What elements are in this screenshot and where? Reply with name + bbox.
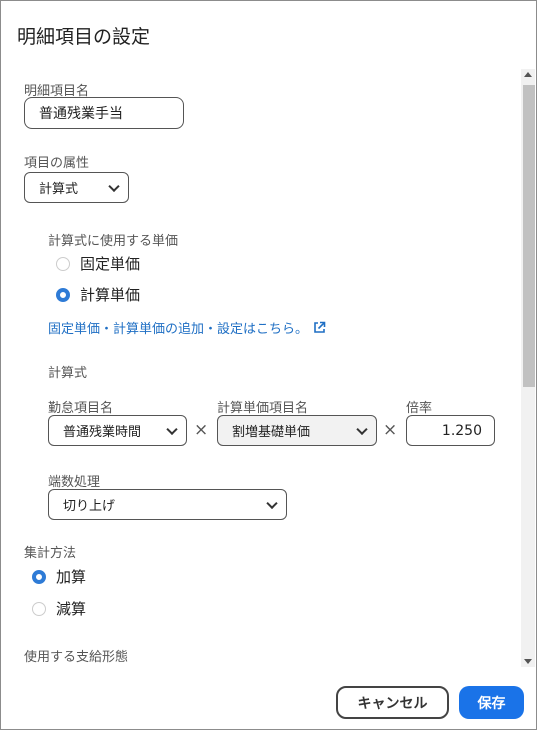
item-name-input[interactable]: 普通残業手当 — [24, 97, 184, 129]
settings-dialog: 明細項目の設定 明細項目名 普通残業手当 項目の属性 計算式 計算式に使用する単… — [0, 0, 537, 730]
aggregation-label: 集計方法 — [24, 546, 77, 561]
radio-add[interactable]: 加算 — [32, 566, 86, 587]
formula-label: 計算式 — [48, 366, 88, 381]
external-link-icon — [314, 321, 326, 333]
chevron-down-icon — [266, 497, 278, 509]
multiply-sign: × — [194, 420, 209, 440]
attendance-select-value: 普通残業時間 — [63, 425, 142, 440]
cancel-button[interactable]: キャンセル — [336, 686, 449, 719]
attendance-item-select[interactable]: 普通残業時間 — [48, 415, 187, 446]
radio-circle — [32, 601, 46, 616]
radio-circle-selected — [32, 569, 46, 584]
scroll-down-arrow-icon[interactable] — [524, 659, 532, 664]
scrollbar[interactable] — [521, 69, 535, 667]
radio-subtract[interactable]: 減算 — [32, 598, 86, 619]
radio-label: 減算 — [56, 600, 87, 618]
unit-price-label: 計算式に使用する単価 — [48, 234, 179, 249]
scrollbar-thumb[interactable] — [523, 85, 535, 387]
multiplier-input[interactable]: 1.250 — [406, 415, 495, 446]
radio-fixed-unit-price[interactable]: 固定単価 — [56, 253, 140, 274]
attribute-label: 項目の属性 — [24, 156, 90, 171]
radio-circle — [56, 256, 70, 271]
radio-calc-unit-price[interactable]: 計算単価 — [56, 284, 140, 305]
radio-label: 計算単価 — [80, 286, 141, 304]
dialog-title: 明細項目の設定 — [17, 26, 151, 48]
multiplier-label: 倍率 — [406, 401, 433, 416]
unit-price-settings-link[interactable]: 固定単価・計算単価の追加・設定はこちら。 — [48, 318, 326, 337]
chevron-down-icon — [356, 423, 368, 435]
attendance-item-label: 勤怠項目名 — [48, 401, 114, 416]
save-button[interactable]: 保存 — [459, 686, 524, 719]
payment-type-label: 使用する支給形態 — [24, 650, 129, 665]
chevron-down-icon — [166, 423, 178, 435]
rounding-select[interactable]: 切り上げ — [48, 489, 287, 520]
rounding-select-value: 切り上げ — [63, 499, 116, 514]
rounding-label: 端数処理 — [48, 475, 101, 490]
radio-label: 固定単価 — [80, 255, 141, 273]
chevron-down-icon — [108, 180, 120, 192]
attribute-select-value: 計算式 — [39, 182, 79, 197]
unit-item-select[interactable]: 割増基礎単価 — [217, 415, 377, 446]
link-text: 固定単価・計算単価の追加・設定はこちら。 — [48, 322, 309, 337]
unit-item-select-value: 割増基礎単価 — [232, 425, 311, 440]
multiply-sign: × — [383, 420, 398, 440]
attribute-select[interactable]: 計算式 — [24, 172, 129, 203]
radio-circle-selected — [56, 287, 70, 302]
scroll-up-arrow-icon[interactable] — [524, 72, 532, 77]
radio-label: 加算 — [56, 568, 87, 586]
unit-item-label: 計算単価項目名 — [217, 401, 309, 416]
